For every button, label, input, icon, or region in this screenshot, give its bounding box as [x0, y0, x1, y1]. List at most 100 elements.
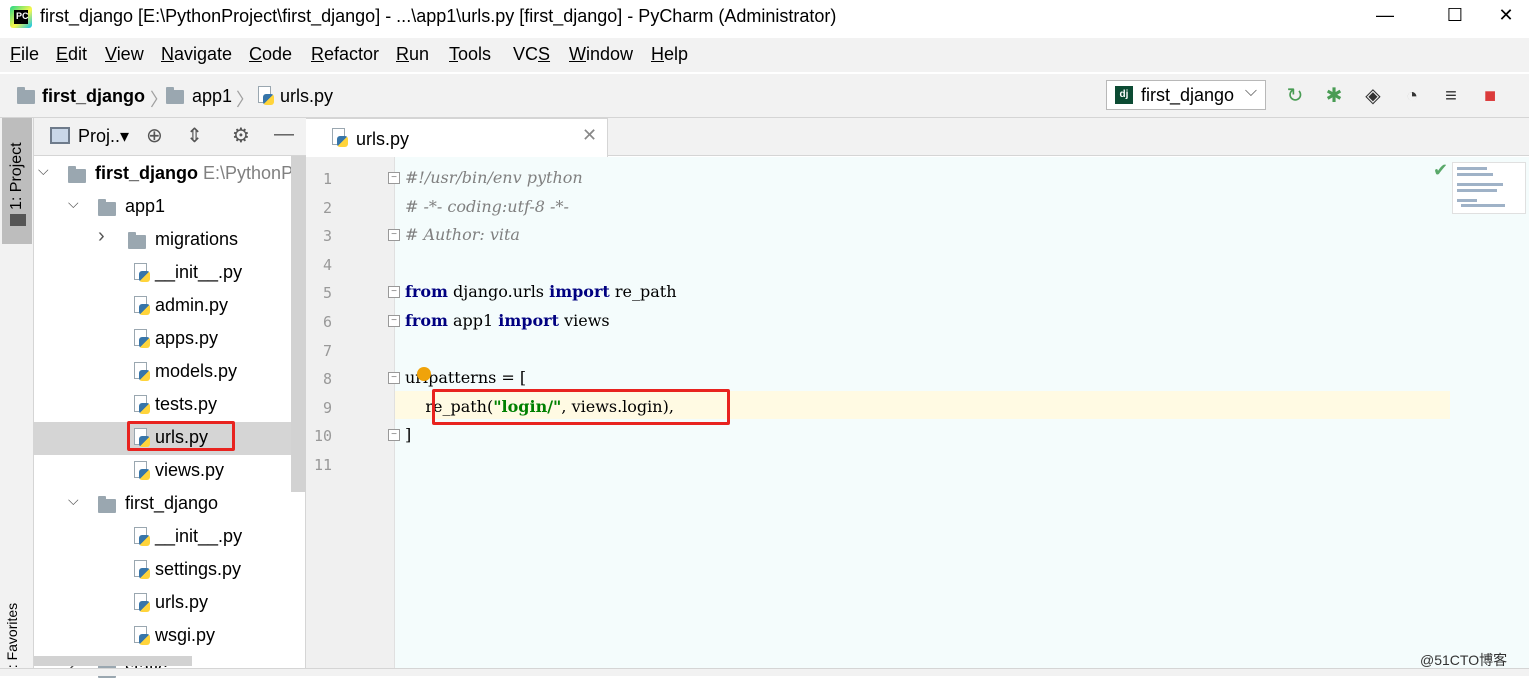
- menu-view[interactable]: View: [105, 44, 144, 65]
- tree-file[interactable]: settings.py: [34, 554, 292, 587]
- tree-file[interactable]: wsgi.py: [34, 620, 292, 653]
- concurrency-icon[interactable]: ≡: [1439, 84, 1463, 108]
- menu-file[interactable]: File: [10, 44, 39, 65]
- tree-file[interactable]: admin.py: [34, 290, 292, 323]
- maximize-button[interactable]: ☐: [1432, 0, 1478, 34]
- tree-item-label: tests.py: [155, 394, 218, 414]
- inspection-ok-icon[interactable]: ✔: [1433, 160, 1448, 181]
- project-panel-header: Proj..▾ ⊕ ⇕ ⚙ —: [34, 118, 306, 156]
- collapse-all-icon[interactable]: ⇕: [186, 123, 203, 148]
- fold-marker-icon[interactable]: −: [388, 429, 400, 442]
- watermark: @51CTO博客: [1420, 652, 1508, 668]
- tree-file[interactable]: tests.py: [34, 389, 292, 422]
- breadcrumb-app1[interactable]: app1: [192, 86, 232, 107]
- code-line: from app1 import views: [405, 311, 610, 330]
- pycharm-logo-icon: PC: [10, 6, 32, 28]
- menu-vcs[interactable]: VCS: [513, 44, 550, 65]
- project-tool-tab[interactable]: 1: Project: [2, 118, 32, 244]
- code-line: ]: [405, 425, 412, 445]
- code-line: #!/usr/bin/env python: [405, 168, 583, 187]
- chevron-down-icon[interactable]: ⌵: [68, 195, 79, 212]
- tree-file[interactable]: apps.py: [34, 323, 292, 356]
- code-minimap[interactable]: [1452, 162, 1526, 214]
- locate-icon[interactable]: ⊕: [146, 123, 163, 148]
- stop-icon[interactable]: ■: [1478, 84, 1502, 108]
- chevron-down-icon: ⌵: [1244, 83, 1257, 100]
- run-configuration-select[interactable]: dj first_django ⌵: [1106, 80, 1266, 110]
- fold-marker-icon[interactable]: −: [388, 372, 400, 385]
- menu-help[interactable]: Help: [651, 44, 688, 65]
- tree-item-label: __init__.py: [155, 262, 243, 282]
- python-file-icon: [132, 395, 150, 415]
- python-file-icon: [330, 128, 348, 148]
- python-file-icon: [132, 626, 150, 646]
- rerun-icon[interactable]: ↻: [1283, 84, 1307, 108]
- python-file-icon: [132, 560, 150, 580]
- python-file-icon: [132, 461, 150, 481]
- line-number: 2: [322, 198, 332, 217]
- close-window-button[interactable]: ✕: [1483, 0, 1529, 34]
- python-file-icon: [132, 263, 150, 283]
- menu-run[interactable]: Run: [396, 44, 429, 65]
- breadcrumb-project[interactable]: first_django: [42, 86, 145, 107]
- menu-navigate[interactable]: Navigate: [161, 44, 232, 65]
- close-tab-icon[interactable]: ✕: [582, 125, 597, 146]
- tab-urls-py[interactable]: urls.py ✕: [306, 118, 608, 157]
- tree-folder[interactable]: › migrations: [34, 224, 292, 257]
- window-title: first_django [E:\PythonProject\first_dja…: [40, 6, 837, 26]
- folder-icon: [128, 232, 146, 249]
- tree-file[interactable]: models.py: [34, 356, 292, 389]
- tree-file[interactable]: urls.py: [34, 587, 292, 620]
- folder-icon: [166, 87, 184, 104]
- tree-file[interactable]: __init__.py: [34, 521, 292, 554]
- line-number: 4: [322, 255, 332, 274]
- tree-item-label: admin.py: [155, 295, 229, 315]
- project-horizontal-scrollbar[interactable]: [34, 656, 192, 666]
- tree-item-label: migrations: [155, 229, 239, 249]
- code-line: from django.urls import re_path: [405, 282, 677, 302]
- profile-icon[interactable]: ◔: [1400, 84, 1424, 108]
- line-number: 5: [322, 284, 332, 303]
- fold-marker-icon[interactable]: −: [388, 172, 400, 184]
- fold-marker-icon[interactable]: −: [388, 286, 400, 299]
- menu-edit[interactable]: Edit: [56, 44, 87, 65]
- fold-marker-icon[interactable]: −: [388, 315, 400, 327]
- python-file-icon: [132, 296, 150, 316]
- tree-item-label: urls.py: [155, 592, 209, 612]
- gear-icon[interactable]: ⚙: [232, 123, 250, 148]
- tree-folder[interactable]: ⌵ first_django: [34, 488, 292, 521]
- tree-folder[interactable]: ⌵first_django E:\PythonProject\first_dja…: [34, 158, 435, 191]
- folder-icon: [98, 199, 116, 216]
- minimize-button[interactable]: —: [1362, 0, 1408, 34]
- menu-refactor[interactable]: Refactor: [311, 44, 379, 65]
- line-number: 7: [322, 341, 332, 360]
- status-bar: [0, 668, 1529, 676]
- fold-marker-icon[interactable]: −: [388, 229, 400, 242]
- breadcrumb-file[interactable]: urls.py: [280, 86, 333, 107]
- project-view-select[interactable]: Proj..▾: [78, 126, 129, 147]
- tree-file[interactable]: views.py: [34, 455, 292, 488]
- tree-item-label: settings.py: [155, 559, 242, 579]
- tree-file[interactable]: __init__.py: [34, 257, 292, 290]
- hide-icon[interactable]: —: [274, 123, 294, 146]
- menu-code[interactable]: Code: [249, 44, 292, 65]
- breadcrumb-separator: 〉: [236, 90, 254, 110]
- favorites-tool-tab[interactable]: 2: Favorites: [4, 603, 20, 676]
- intention-bulb-icon[interactable]: [417, 367, 431, 381]
- line-number: 11: [313, 456, 332, 474]
- project-tab-label: 1: Project: [8, 142, 25, 210]
- menu-window[interactable]: Window: [569, 44, 633, 65]
- menu-tools[interactable]: Tools: [449, 44, 491, 65]
- coverage-icon[interactable]: ◈: [1361, 84, 1385, 108]
- run-configuration-label: first_django: [1141, 85, 1235, 105]
- python-file-icon: [256, 86, 274, 106]
- django-icon: dj: [1115, 86, 1133, 104]
- chevron-down-icon[interactable]: ⌵: [38, 162, 49, 179]
- debug-icon[interactable]: ✱: [1322, 84, 1346, 108]
- tree-folder[interactable]: ⌵ app1: [34, 191, 292, 224]
- project-scrollbar[interactable]: [291, 156, 306, 492]
- chevron-right-icon[interactable]: ›: [98, 225, 105, 248]
- highlight-box-tree: [127, 421, 235, 451]
- chevron-down-icon[interactable]: ⌵: [68, 492, 79, 509]
- code-line: # Author: vita: [405, 225, 520, 245]
